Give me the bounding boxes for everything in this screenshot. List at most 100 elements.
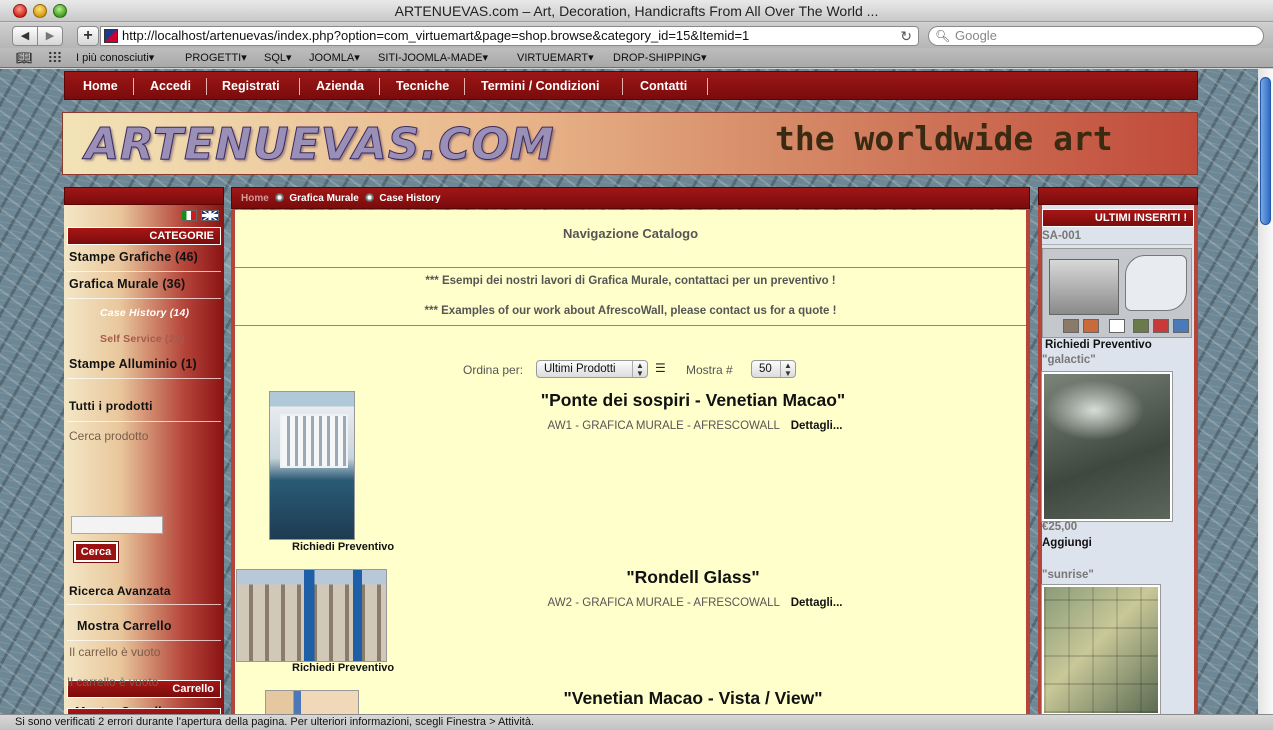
bookmark-progetti[interactable]: PROGETTI▾: [185, 48, 247, 68]
richiedi-preventivo-link[interactable]: Richiedi Preventivo: [292, 662, 394, 674]
tutti-i-prodotti-link[interactable]: Tutti i prodotti: [69, 399, 221, 413]
search-icon[interactable]: 🔍︎: [935, 27, 950, 45]
swatch-icon: [1153, 319, 1169, 333]
product-details-link[interactable]: Dettagli...: [791, 597, 843, 609]
nav-separator: [206, 78, 207, 95]
bookmark-sql[interactable]: SQL▾: [264, 48, 292, 68]
cerca-button[interactable]: Cerca: [73, 541, 119, 563]
select-arrows-icon: ▲ ▼: [780, 361, 795, 378]
category-stampe-alluminio[interactable]: Stampe Alluminio (1): [69, 357, 221, 371]
address-text: http://localhost/artenuevas/index.php?op…: [122, 28, 750, 43]
product-title[interactable]: "Rondell Glass": [443, 567, 943, 588]
uk-flag-icon[interactable]: [201, 210, 219, 221]
latest-item-price: €25,00: [1042, 521, 1078, 533]
divider: [67, 421, 221, 422]
product-meta: AW1 - GRAFICA MURALE - AFRESCOWALL Detta…: [445, 420, 945, 432]
bookmarks-book-icon[interactable]: 📖︎: [16, 50, 33, 65]
mostra-carrello-link[interactable]: Mostra Carrello: [77, 619, 229, 633]
product-title[interactable]: "Venetian Macao - Vista / View": [443, 688, 943, 709]
site-banner[interactable]: ARTENUEVAS.COM the worldwide art: [62, 112, 1198, 175]
reload-icon[interactable]: ↻: [900, 27, 912, 45]
puzzle-thumbnail: [1125, 255, 1187, 311]
product-code: AW2 - GRAFICA MURALE - AFRESCOWALL: [547, 597, 780, 609]
nav-contatti[interactable]: Contatti: [640, 72, 687, 100]
breadcrumb-home[interactable]: Home: [241, 193, 269, 204]
nav-tecniche[interactable]: Tecniche: [396, 72, 449, 100]
select-arrows-icon: ▲ ▼: [632, 361, 647, 378]
divider: [67, 271, 221, 272]
search-placeholder: Google: [955, 28, 997, 43]
address-bar[interactable]: http://localhost/artenuevas/index.php?op…: [100, 26, 919, 46]
latest-item-image-sunrise[interactable]: [1041, 584, 1161, 714]
breadcrumb-arrow-icon: [274, 193, 284, 202]
sort-direction-icon[interactable]: ☰: [655, 361, 666, 375]
ricerca-avanzata-link[interactable]: Ricerca Avanzata: [69, 584, 221, 598]
category-stampe-grafiche[interactable]: Stampe Grafiche (46): [69, 250, 221, 264]
cerca-prodotto-label: Cerca prodotto: [69, 429, 149, 443]
swatch-icon: [1083, 319, 1099, 333]
latest-item-image-galactic[interactable]: [1041, 371, 1173, 522]
nav-separator: [707, 78, 708, 95]
left-sidebar: CATEGORIE Stampe Grafiche (46) Grafica M…: [64, 187, 224, 714]
car-print-thumbnail: [1049, 259, 1119, 315]
divider: [67, 604, 221, 605]
bookmark-drop-shipping[interactable]: DROP-SHIPPING▾: [613, 48, 707, 68]
product-details-link[interactable]: Dettagli...: [791, 420, 843, 432]
site-slogan: the worldwide art: [775, 119, 1113, 158]
product-image-venetian-macao[interactable]: [265, 690, 359, 714]
latest-item-name[interactable]: "galactic": [1042, 354, 1096, 366]
breadcrumb: Home Grafica Murale Case History: [241, 193, 441, 204]
zoom-window-button[interactable]: [53, 4, 67, 18]
back-button[interactable]: ◀: [12, 26, 38, 46]
aggiungi-button[interactable]: Aggiungi: [1042, 537, 1092, 549]
categorie-header: CATEGORIE: [67, 227, 221, 245]
per-page-value: 50: [759, 363, 772, 375]
divider: [67, 378, 221, 379]
italian-flag-icon[interactable]: [181, 210, 197, 221]
nav-home[interactable]: Home: [83, 72, 118, 100]
swatch-icon: [1109, 319, 1125, 333]
bookmark-joomla[interactable]: JOOMLA▾: [309, 48, 360, 68]
scrollbar-thumb[interactable]: [1260, 77, 1271, 225]
bookmark-siti-joomla-made[interactable]: SITI-JOOMLA-MADE▾: [378, 48, 488, 68]
swatch-icon: [1063, 319, 1079, 333]
minimize-window-button[interactable]: [33, 4, 47, 18]
product-image-ponte-dei-sospiri[interactable]: [269, 391, 355, 540]
nav-registrati[interactable]: Registrati: [222, 72, 280, 100]
right-sidebar-header: [1038, 187, 1198, 205]
vertical-scrollbar[interactable]: [1258, 69, 1273, 714]
per-page-select[interactable]: 50 ▲ ▼: [751, 360, 796, 378]
breadcrumb-case-history: Case History: [379, 193, 441, 204]
add-bookmark-button[interactable]: +: [77, 26, 99, 46]
category-case-history[interactable]: Case History (14): [100, 307, 252, 319]
nav-separator: [133, 78, 134, 95]
category-grafica-murale[interactable]: Grafica Murale (36): [69, 277, 221, 291]
window-title: ARTENUEVAS.com – Art, Decoration, Handic…: [394, 3, 879, 19]
site-favicon-icon: [104, 29, 118, 43]
sort-select[interactable]: Ultimi Prodotti ▲ ▼: [536, 360, 648, 378]
latest-item-image-sa001[interactable]: [1042, 248, 1192, 338]
nav-termini-condizioni[interactable]: Termini / Condizioni: [481, 72, 600, 100]
page-title: Navigazione Catalogo: [562, 226, 699, 241]
bookmark-piu-conosciuti[interactable]: I più conosciuti▾: [76, 48, 154, 68]
latest-richiedi-preventivo-link[interactable]: Richiedi Preventivo: [1045, 339, 1152, 351]
richiedi-preventivo-link[interactable]: Richiedi Preventivo: [292, 541, 394, 553]
product-title[interactable]: "Ponte dei sospiri - Venetian Macao": [443, 390, 943, 411]
latest-item-name[interactable]: "sunrise": [1042, 569, 1094, 581]
top-sites-grid-icon[interactable]: [48, 51, 62, 63]
nav-azienda[interactable]: Azienda: [316, 72, 364, 100]
product-image-rondell-glass[interactable]: [236, 569, 387, 662]
notice-english: *** Examples of our work about AfrescoWa…: [424, 305, 837, 317]
bookmark-virtuemart[interactable]: VIRTUEMART▾: [517, 48, 594, 68]
search-input[interactable]: 🔍︎ Google: [928, 26, 1264, 46]
nav-accedi[interactable]: Accedi: [150, 72, 191, 100]
divider: [235, 267, 1026, 268]
divider: [1042, 244, 1192, 245]
divider: [235, 325, 1026, 326]
cerca-prodotto-input[interactable]: [71, 516, 163, 534]
breadcrumb-grafica-murale[interactable]: Grafica Murale: [289, 193, 358, 204]
close-window-button[interactable]: [13, 4, 27, 18]
category-self-service[interactable]: Self Service (22): [100, 333, 252, 345]
forward-button[interactable]: ▶: [37, 26, 63, 46]
nav-separator: [464, 78, 465, 95]
